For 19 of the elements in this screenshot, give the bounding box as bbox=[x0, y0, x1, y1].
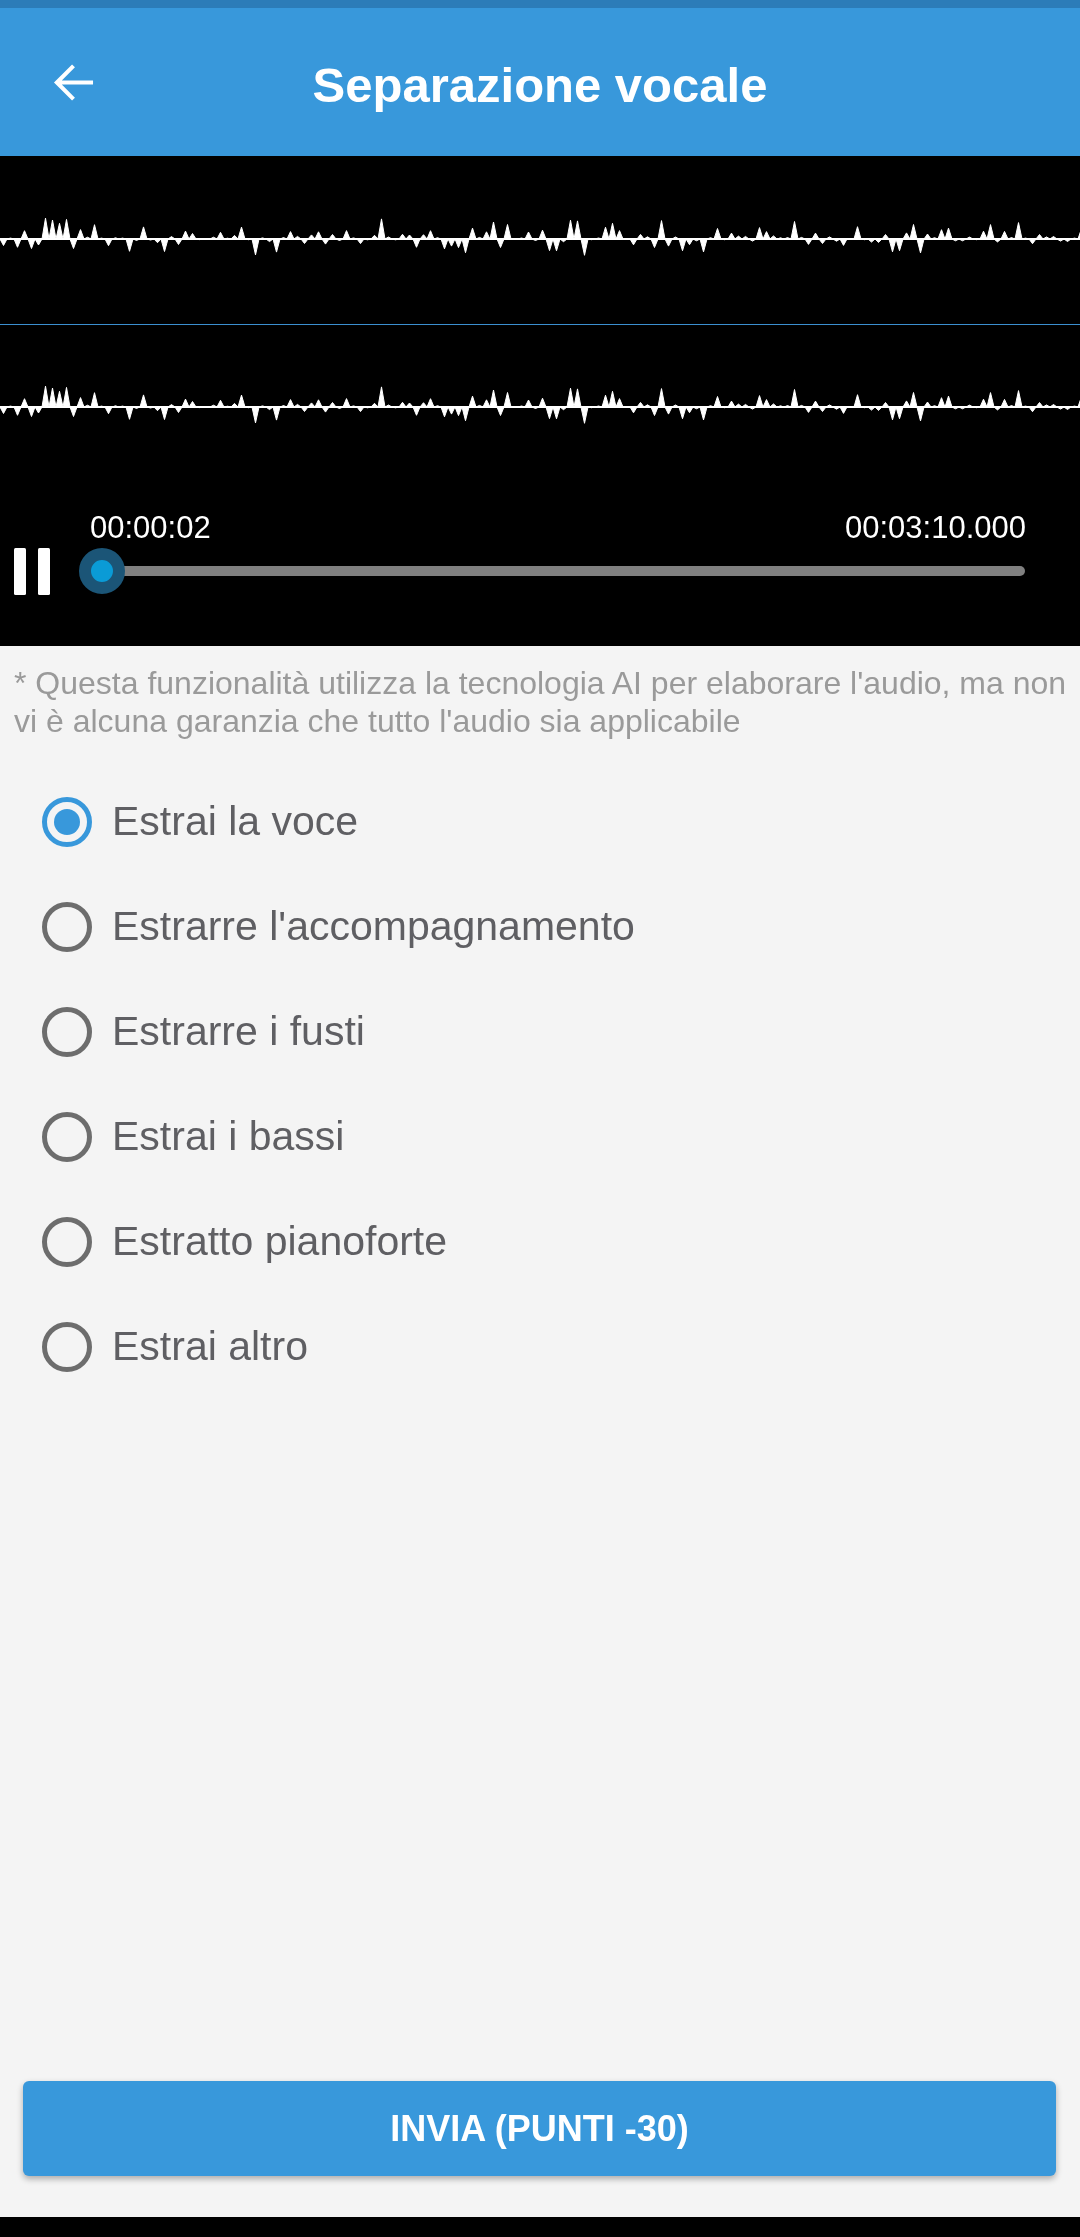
radio-button[interactable] bbox=[42, 901, 92, 952]
radio-button[interactable] bbox=[42, 1006, 92, 1057]
option-label[interactable]: Estrai la voce bbox=[112, 798, 359, 845]
option-label[interactable]: Estrarre i fusti bbox=[112, 1008, 365, 1055]
radio-button[interactable] bbox=[42, 1216, 92, 1267]
option-label[interactable]: Estrai altro bbox=[112, 1323, 308, 1370]
option-label[interactable]: Estrarre l'accompagnamento bbox=[112, 903, 635, 950]
pause-icon[interactable] bbox=[14, 547, 50, 595]
radio-button[interactable] bbox=[42, 1111, 92, 1162]
current-time: 00:00:02 bbox=[90, 512, 211, 544]
submit-button[interactable]: INVIA (PUNTI -30) bbox=[23, 2081, 1056, 2176]
radio-button[interactable] bbox=[42, 796, 92, 847]
option-label[interactable]: Estrai i bassi bbox=[112, 1113, 345, 1160]
total-duration: 00:03:10.000 bbox=[845, 512, 1026, 544]
slider-thumb[interactable] bbox=[79, 548, 126, 594]
disclaimer-text: * Questa funzionalità utilizza la tecnologia AI per elaborare l'audio, ma non vi è alcuna garanzia che tutto l'audio sia applicabile bbox=[13, 664, 1068, 740]
radio-button[interactable] bbox=[42, 1321, 92, 1372]
option-label[interactable]: Estratto pianoforte bbox=[112, 1218, 448, 1265]
screen-title: Separazione vocale bbox=[312, 57, 768, 113]
